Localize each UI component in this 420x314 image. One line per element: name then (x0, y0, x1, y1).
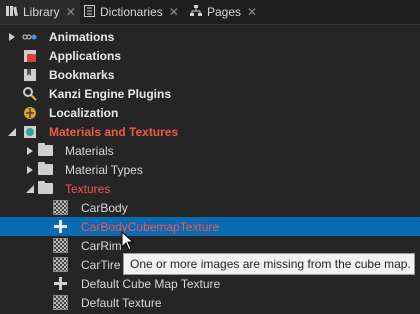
tree-item-label: Materials (65, 143, 114, 158)
tab-pages[interactable]: Pages ✕ (190, 0, 260, 24)
dictionaries-icon (84, 4, 95, 20)
tab-dictionaries-label: Dictionaries (100, 5, 163, 19)
tree-item-label: Applications (49, 48, 122, 63)
folder-icon (38, 143, 53, 158)
close-icon[interactable]: ✕ (247, 5, 257, 19)
tree-item-default-cube-map-texture[interactable]: Default Cube Map Texture (0, 274, 420, 293)
tree-item-label: Default Texture (81, 295, 162, 310)
tree-item-default-texture[interactable]: Default Texture (0, 293, 420, 312)
tree-item-applications[interactable]: Applications (0, 46, 420, 65)
library-icon (6, 5, 18, 20)
tab-library-label: Library (23, 5, 60, 19)
tree-item-label: Bookmarks (49, 67, 115, 82)
tree-item-animations[interactable]: Animations (0, 27, 420, 46)
tree-item-bookmarks[interactable]: Bookmarks (0, 65, 420, 84)
applications-icon (22, 48, 37, 63)
close-icon[interactable]: ✕ (66, 5, 76, 19)
tree-item-label: CarBody (81, 200, 128, 215)
plugins-icon (22, 86, 37, 101)
expand-arrow-icon[interactable] (26, 146, 34, 155)
collapse-arrow-icon[interactable] (8, 127, 16, 136)
texture-icon (53, 295, 68, 310)
tab-dictionaries[interactable]: Dictionaries ✕ (84, 0, 184, 24)
tree-item-carbodycubemaptexture[interactable]: CarBodyCubemapTexture (0, 217, 420, 236)
tab-pages-label: Pages (207, 5, 242, 19)
mouse-cursor-icon (121, 231, 135, 251)
tree-item-label: Default Cube Map Texture (81, 276, 221, 291)
cubemap-icon (53, 276, 68, 291)
tab-library[interactable]: Library ✕ (0, 0, 80, 24)
tree-item-localization[interactable]: Localization (0, 103, 420, 122)
texture-icon (53, 200, 68, 215)
expand-arrow-icon[interactable] (26, 165, 34, 174)
texture-icon (53, 238, 68, 253)
expand-arrow-icon[interactable] (8, 32, 16, 41)
tree-item-label: CarRim (81, 238, 122, 253)
folder-icon (38, 162, 53, 177)
tooltip: One or more images are missing from the … (123, 253, 415, 275)
folder-icon (38, 181, 53, 196)
tree-item-label: CarBodyCubemapTexture (81, 219, 220, 234)
tree-item-kanzi-engine-plugins[interactable]: Kanzi Engine Plugins (0, 84, 420, 103)
animations-icon (22, 29, 37, 44)
tree-item-carbody[interactable]: CarBody (0, 198, 420, 217)
collapse-arrow-icon[interactable] (26, 184, 34, 193)
tree-item-materials[interactable]: Materials (0, 141, 420, 160)
tab-bar: Library ✕ Dictionaries ✕ Pages ✕ (0, 0, 420, 25)
tree-item-label: Textures (65, 181, 111, 196)
tree-item-materials-and-textures[interactable]: Materials and Textures (0, 122, 420, 141)
tree-item-label: Animations (49, 29, 115, 44)
tree-item-label: CarTire (81, 257, 121, 272)
tree-item-textures[interactable]: Textures (0, 179, 420, 198)
bookmarks-icon (22, 67, 37, 82)
close-icon[interactable]: ✕ (169, 5, 179, 19)
tree-item-label: Kanzi Engine Plugins (49, 86, 172, 101)
materials-textures-icon (22, 124, 37, 139)
tree-item-label: Material Types (65, 162, 143, 177)
tree-item-label: Materials and Textures (49, 124, 179, 139)
cubemap-icon (53, 219, 68, 234)
tree-item-label: Localization (49, 105, 119, 120)
localization-icon (22, 105, 37, 120)
texture-icon (53, 257, 68, 272)
pages-icon (190, 4, 202, 20)
tree-item-material-types[interactable]: Material Types (0, 160, 420, 179)
